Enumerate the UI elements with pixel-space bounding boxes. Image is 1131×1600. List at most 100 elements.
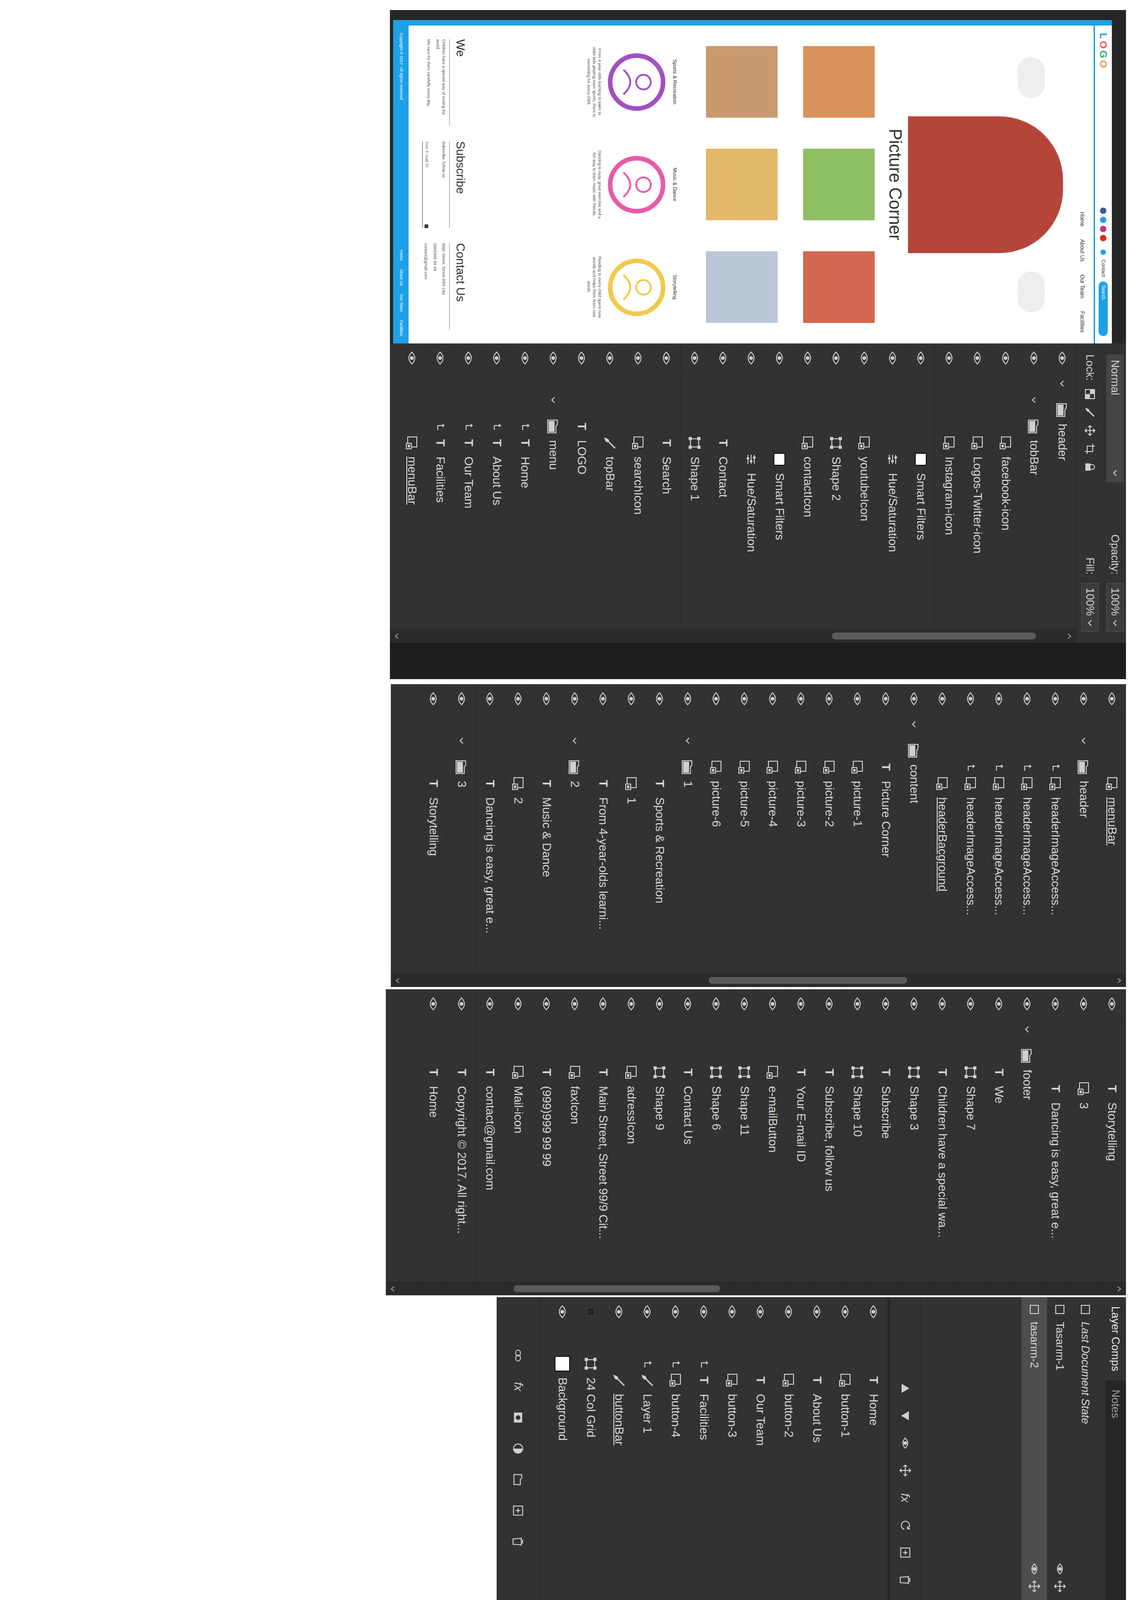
layer-comp-row[interactable]: tasarım-2 [1021, 1297, 1048, 1600]
group-icon[interactable] [512, 1473, 525, 1486]
visibility-toggle[interactable] [758, 684, 787, 714]
layer-row[interactable]: button-3 [717, 1297, 747, 1600]
layer-row[interactable]: Hue/Saturation [878, 343, 907, 629]
visibility-toggle[interactable] [900, 989, 929, 1019]
layer-row[interactable]: TLOGO [567, 343, 596, 629]
visibility-toggle[interactable] [793, 343, 822, 373]
visibility-toggle[interactable] [787, 684, 815, 714]
visibility-toggle[interactable] [576, 1297, 605, 1327]
chevron-down-icon[interactable] [549, 396, 558, 404]
layer-row[interactable]: Shape 2 [821, 343, 851, 629]
panel-tab[interactable]: Layer Comps [1105, 1297, 1126, 1381]
arrow-up-icon[interactable] [1115, 1285, 1123, 1293]
arrow-up-icon[interactable] [1115, 976, 1123, 985]
visibility-toggle[interactable] [843, 684, 872, 714]
lock-all-icon[interactable] [1084, 461, 1096, 473]
visibility-toggle[interactable] [589, 989, 618, 1019]
layer-row[interactable]: TStorytelling [1097, 989, 1126, 1282]
scrollbar[interactable] [390, 973, 1126, 987]
visibility-toggle[interactable] [398, 343, 426, 373]
visibility-toggle[interactable] [956, 684, 985, 714]
visibility-toggle[interactable] [900, 684, 929, 714]
visibility-toggle[interactable] [624, 343, 653, 373]
layer-row[interactable]: TPicture Corner [871, 684, 900, 974]
visibility-toggle[interactable] [426, 343, 455, 373]
photo[interactable] [803, 46, 875, 118]
visibility-toggle[interactable] [617, 684, 646, 714]
link-icon[interactable] [512, 1348, 525, 1362]
visibility-toggle[interactable] [447, 684, 476, 714]
layer-row[interactable]: button-1 [830, 1297, 860, 1600]
lock-pixels-icon[interactable] [1084, 406, 1096, 418]
layer-row[interactable]: TChildren have a special wa... [928, 989, 957, 1282]
photo[interactable] [803, 148, 875, 221]
arrow-up-icon[interactable] [1065, 632, 1074, 640]
arrow-down-icon[interactable] [389, 1285, 397, 1293]
mask-icon[interactable] [512, 1411, 525, 1424]
layer-row[interactable]: TSubscribe, follow us [814, 989, 844, 1282]
position-icon[interactable] [1027, 1579, 1041, 1593]
layer-row[interactable]: TMain Street, Street 99/9 Cit... [588, 989, 618, 1282]
visibility-toggle[interactable] [1069, 989, 1098, 1019]
layer-row[interactable]: TContact Us [673, 989, 702, 1282]
layer-row[interactable]: header [1047, 343, 1077, 629]
visibility-toggle[interactable] [447, 989, 476, 1019]
chevron-down-icon[interactable] [1086, 619, 1095, 627]
contact-link[interactable]: Contact [1099, 259, 1108, 277]
footer-nav-item[interactable]: About Us [397, 269, 405, 286]
layer-row[interactable]: THome [419, 989, 448, 1282]
layer-row[interactable]: headerImageAccess... [1041, 684, 1070, 974]
photo[interactable] [705, 46, 778, 118]
new-icon[interactable] [512, 1504, 525, 1517]
visibility-icon[interactable] [898, 1436, 912, 1450]
new-icon[interactable] [898, 1546, 912, 1559]
position-icon[interactable] [1053, 1579, 1067, 1593]
visibility-toggle[interactable] [815, 684, 844, 714]
layer-row[interactable]: picture-2 [814, 684, 844, 974]
visibility-toggle[interactable] [596, 343, 624, 373]
layer-row[interactable]: adressIcon [617, 989, 646, 1282]
layer-row[interactable]: Hue/Saturation [736, 343, 766, 629]
visibility-toggle[interactable] [476, 684, 504, 714]
visibility-toggle[interactable] [532, 684, 561, 714]
layer-row[interactable]: T(999)999 99 99 [532, 989, 561, 1282]
chevron-down-icon[interactable] [910, 720, 919, 728]
fx-button[interactable]: fx [509, 1380, 528, 1393]
visibility-toggle[interactable] [674, 684, 702, 714]
visibility-toggle[interactable] [928, 684, 957, 714]
chevron-down-icon[interactable] [571, 736, 579, 745]
layer-row[interactable]: 1 [617, 684, 646, 974]
layer-row[interactable]: TCopyright © 2017. All right... [447, 989, 476, 1282]
delete-icon[interactable] [898, 1573, 912, 1587]
arrow-down-icon[interactable] [393, 632, 401, 640]
facebook-icon[interactable] [1100, 207, 1107, 214]
delete-icon[interactable] [512, 1535, 525, 1548]
layer-row[interactable]: TSports & Recreation [645, 684, 674, 974]
up-icon[interactable] [898, 1381, 912, 1395]
visibility-toggle[interactable] [1013, 684, 1042, 714]
visibility-toggle[interactable] [645, 989, 674, 1019]
adjust-icon[interactable] [512, 1442, 525, 1455]
visibility-toggle[interactable] [702, 684, 731, 714]
layer-row[interactable]: TWe [984, 989, 1013, 1282]
search-field[interactable]: Search [1099, 281, 1109, 337]
arrow-down-icon[interactable] [394, 976, 402, 985]
visibility-toggle[interactable] [758, 989, 787, 1019]
layer-row[interactable]: TSearch [652, 343, 681, 629]
chevron-down-icon[interactable] [1111, 469, 1119, 477]
nav-item[interactable]: Home [1078, 211, 1087, 227]
visibility-toggle[interactable] [652, 343, 681, 373]
visibility-toggle[interactable] [504, 684, 533, 714]
layer-row[interactable]: button-4 [661, 1297, 690, 1600]
visibility-toggle[interactable] [674, 989, 702, 1019]
layer-row[interactable]: TFacilities [689, 1297, 718, 1600]
visibility-toggle[interactable] [907, 343, 935, 373]
layer-row[interactable]: Logos-Twitter-icon [963, 343, 992, 629]
layer-row[interactable]: Shape 1 [680, 343, 709, 629]
visibility-toggle[interactable] [871, 684, 900, 714]
visibility-toggle[interactable] [680, 343, 709, 373]
blend-mode-select[interactable]: Normal [1106, 354, 1124, 483]
layer-row[interactable]: TAbout Us [802, 1297, 831, 1600]
layer-row[interactable]: youtubeIcon [850, 343, 879, 629]
visibility-toggle[interactable] [567, 343, 596, 373]
